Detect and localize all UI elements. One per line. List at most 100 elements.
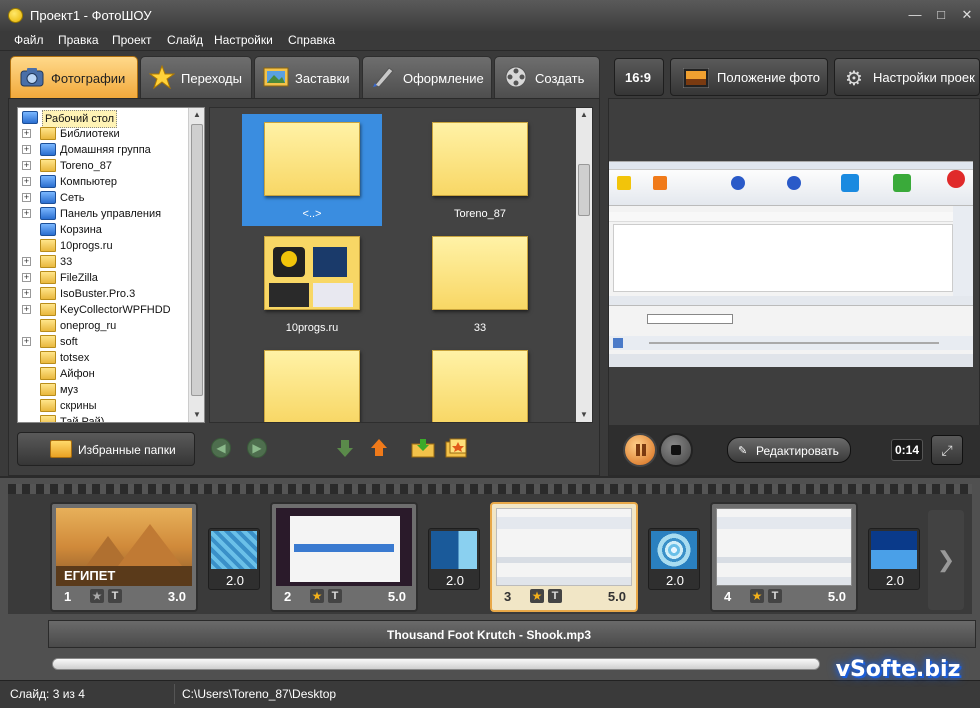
tree-item[interactable]: Тай Рай) xyxy=(18,414,188,422)
transition-thumbnail[interactable]: 2.0 xyxy=(428,528,480,590)
expand-plus-icon[interactable]: + xyxy=(22,129,31,138)
tree-item[interactable]: Корзина xyxy=(18,222,188,238)
transition-duration[interactable]: 2.0 xyxy=(209,573,261,588)
expand-plus-icon[interactable]: + xyxy=(22,289,31,298)
text-t-icon[interactable]: T xyxy=(108,589,122,603)
expand-plus-icon[interactable]: + xyxy=(22,145,31,154)
tab-photos[interactable]: Фотографии xyxy=(10,56,138,98)
down-arrow-icon[interactable] xyxy=(335,438,355,458)
thumbnail-folder[interactable]: Toreno_87 xyxy=(410,114,550,226)
expand-plus-icon[interactable]: + xyxy=(22,177,31,186)
tree-item[interactable]: + Библиотеки xyxy=(18,126,188,142)
tab-transitions[interactable]: Переходы xyxy=(140,56,252,98)
tree-item[interactable]: + Toreno_87 xyxy=(18,158,188,174)
edit-button[interactable]: ✎ Редактировать xyxy=(727,437,851,463)
transition-thumbnail[interactable]: 2.0 xyxy=(868,528,920,590)
scroll-down-icon[interactable]: ▼ xyxy=(189,408,204,422)
tree-scroll-thumb[interactable] xyxy=(191,124,203,396)
scroll-up-icon[interactable]: ▲ xyxy=(576,108,592,122)
thumbnail-parent-folder[interactable]: <..> xyxy=(242,114,382,226)
add-folder-icon[interactable] xyxy=(411,438,435,458)
thumbnail-folder[interactable]: 33 xyxy=(410,228,550,340)
project-settings-button[interactable]: ⚙ Настройки проек xyxy=(834,58,980,96)
expand-plus-icon[interactable]: + xyxy=(22,257,31,266)
audio-track[interactable]: Thousand Foot Krutch - Shook.mp3 xyxy=(48,620,976,648)
tree-scrollbar[interactable]: ▲ ▼ xyxy=(188,108,204,422)
slide-thumbnail[interactable]: 4 ★ T 5.0 xyxy=(710,502,858,612)
tree-item[interactable]: + IsoBuster.Pro.3 xyxy=(18,286,188,302)
slide-thumbnail-selected[interactable]: 3 ★ T 5.0 xyxy=(490,502,638,612)
text-t-icon[interactable]: T xyxy=(768,589,782,603)
slide-duration[interactable]: 3.0 xyxy=(168,589,186,604)
close-button[interactable]: ✕ xyxy=(956,6,978,24)
tab-intros[interactable]: Заставки xyxy=(254,56,360,98)
scroll-down-icon[interactable]: ▼ xyxy=(576,408,592,422)
transition-thumbnail[interactable]: 2.0 xyxy=(648,528,700,590)
folder-star-icon[interactable] xyxy=(445,438,469,458)
effect-star-icon[interactable]: ★ xyxy=(750,589,764,603)
tree-item[interactable]: + Сеть xyxy=(18,190,188,206)
slide-thumbnail[interactable]: ЕГИПЕТ 1 ★ T 3.0 xyxy=(50,502,198,612)
effect-star-icon[interactable]: ★ xyxy=(90,589,104,603)
tree-item[interactable]: + KeyCollectorWPFHDD xyxy=(18,302,188,318)
text-t-icon[interactable]: T xyxy=(328,589,342,603)
transition-duration[interactable]: 2.0 xyxy=(649,573,701,588)
expand-plus-icon[interactable]: + xyxy=(22,337,31,346)
tree-item[interactable]: + Панель управления xyxy=(18,206,188,222)
menu-help[interactable]: Справка xyxy=(288,33,335,47)
timeline-scroll-thumb[interactable] xyxy=(53,659,819,669)
back-arrow-icon[interactable]: ◀ xyxy=(211,438,231,458)
menu-settings[interactable]: Настройки xyxy=(214,33,273,47)
tree-item[interactable]: +33 xyxy=(18,254,188,270)
expand-plus-icon[interactable]: + xyxy=(22,305,31,314)
tree-item[interactable]: скрины xyxy=(18,398,188,414)
text-t-icon[interactable]: T xyxy=(548,589,562,603)
menu-file[interactable]: Файл xyxy=(14,33,44,47)
fullscreen-button[interactable]: ⤢ xyxy=(931,435,963,465)
pause-button[interactable] xyxy=(623,433,657,467)
slide-duration[interactable]: 5.0 xyxy=(608,589,626,604)
thumbnail-folder[interactable]: 10progs.ru xyxy=(242,228,382,340)
tree-item[interactable]: Айфон xyxy=(18,366,188,382)
thumbnail-scroll-thumb[interactable] xyxy=(578,164,590,216)
tree-item[interactable]: + FileZilla xyxy=(18,270,188,286)
tree-item[interactable]: 10progs.ru xyxy=(18,238,188,254)
tree-item[interactable]: totsex xyxy=(18,350,188,366)
timeline-scroll-right-icon[interactable]: ❯ xyxy=(928,510,964,610)
tree-item[interactable]: + Домашняя группа xyxy=(18,142,188,158)
expand-plus-icon[interactable]: + xyxy=(22,161,31,170)
tree-item-desktop[interactable]: Рабочий стол xyxy=(22,110,192,128)
tree-item[interactable]: + Компьютер xyxy=(18,174,188,190)
menu-project[interactable]: Проект xyxy=(112,33,152,47)
menu-edit[interactable]: Правка xyxy=(58,33,99,47)
photo-position-button[interactable]: Положение фото xyxy=(670,58,828,96)
folder-tree[interactable]: Рабочий стол + Библиотеки + Домашняя группа… xyxy=(17,107,205,423)
scroll-up-icon[interactable]: ▲ xyxy=(189,108,204,122)
minimize-button[interactable]: — xyxy=(904,6,926,24)
slide-duration[interactable]: 5.0 xyxy=(388,589,406,604)
tree-item[interactable]: муз xyxy=(18,382,188,398)
timeline-scrollbar[interactable] xyxy=(52,658,820,670)
menu-slide[interactable]: Слайд xyxy=(167,33,203,47)
tab-create[interactable]: Создать xyxy=(494,56,600,98)
tree-item[interactable]: oneprog_ru xyxy=(18,318,188,334)
expand-plus-icon[interactable]: + xyxy=(22,193,31,202)
stop-button[interactable] xyxy=(659,433,693,467)
expand-plus-icon[interactable]: + xyxy=(22,209,31,218)
favorite-folders-button[interactable]: Избранные папки xyxy=(17,432,195,466)
aspect-ratio-button[interactable]: 16:9 xyxy=(614,58,664,96)
forward-arrow-icon[interactable]: ▶ xyxy=(247,438,267,458)
expand-plus-icon[interactable]: + xyxy=(22,273,31,282)
up-arrow-icon[interactable] xyxy=(369,438,389,458)
transition-duration[interactable]: 2.0 xyxy=(869,573,921,588)
slide-thumbnail[interactable]: 2 ★ T 5.0 xyxy=(270,502,418,612)
effect-star-icon[interactable]: ★ xyxy=(310,589,324,603)
maximize-button[interactable]: □ xyxy=(930,6,952,24)
tab-design[interactable]: Оформление xyxy=(362,56,492,98)
transition-duration[interactable]: 2.0 xyxy=(429,573,481,588)
effect-star-icon[interactable]: ★ xyxy=(530,589,544,603)
slide-duration[interactable]: 5.0 xyxy=(828,589,846,604)
thumbnail-folder[interactable] xyxy=(242,342,382,422)
transition-thumbnail[interactable]: 2.0 xyxy=(208,528,260,590)
tree-item[interactable]: + soft xyxy=(18,334,188,350)
